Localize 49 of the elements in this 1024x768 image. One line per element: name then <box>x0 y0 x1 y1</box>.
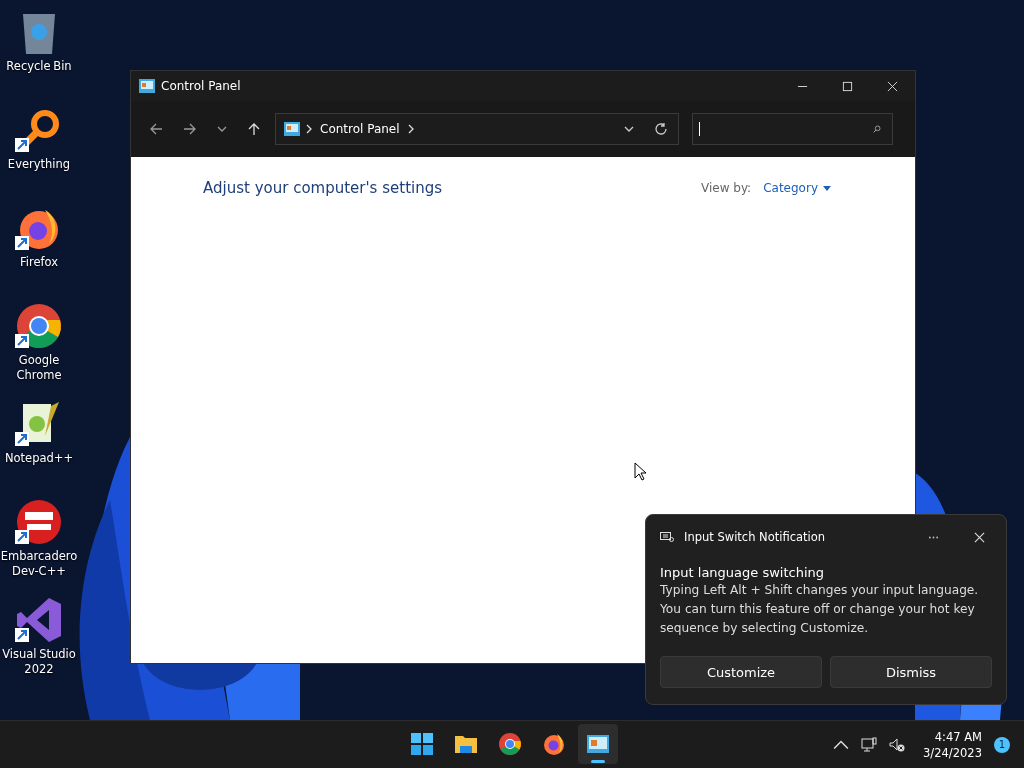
view-by-dropdown[interactable]: Category <box>763 181 831 195</box>
keyboard-icon <box>660 532 674 542</box>
desktop-icon-label: Everything <box>6 157 72 172</box>
chevron-down-icon[interactable] <box>217 125 227 133</box>
taskbar-app-button[interactable] <box>578 724 618 764</box>
dismiss-button[interactable]: Dismiss <box>830 656 992 688</box>
back-arrow-icon[interactable] <box>149 122 163 136</box>
control-panel-icon <box>586 732 610 756</box>
maximize-icon[interactable] <box>842 80 853 92</box>
customize-button[interactable]: Customize <box>660 656 822 688</box>
clock-date[interactable]: 3/24/2023 <box>923 744 982 761</box>
notification-message: Typing Left Alt + Shift changes your input language. You can turn this feature off or change your hot key sequence by selecting Customize. <box>660 582 980 637</box>
page-heading: Adjust your computer's settings <box>203 179 443 197</box>
notification-title: Input language switching <box>660 565 826 580</box>
search-icon <box>872 125 882 133</box>
desktop-icon-label: Visual Studio 2022 <box>1 647 77 677</box>
clock-time[interactable]: 4:47 AM <box>934 728 982 745</box>
chevron-right-icon <box>306 124 312 134</box>
firefox-icon <box>542 732 566 756</box>
mouse-cursor-icon <box>634 462 646 481</box>
chevron-down-icon[interactable] <box>624 125 634 133</box>
desktop-icon-label: Embarcadero Dev-C++ <box>0 549 78 579</box>
caret-icon <box>823 185 831 191</box>
control-panel-icon <box>139 79 155 93</box>
forward-arrow-icon[interactable] <box>183 122 197 136</box>
close-icon[interactable] <box>887 80 898 92</box>
desktop-icon-label: Google Chrome <box>15 353 63 383</box>
search-field[interactable] <box>692 113 893 145</box>
visual-studio-icon[interactable] <box>15 596 63 644</box>
desktop-icon-label: Firefox <box>18 255 60 270</box>
control-panel-icon <box>284 122 300 136</box>
network-icon[interactable] <box>861 736 878 753</box>
chrome-icon <box>498 732 522 756</box>
desktop-icon-label: Recycle Bin <box>5 59 73 74</box>
close-icon[interactable] <box>974 531 985 543</box>
breadcrumb-item[interactable]: Control Panel <box>320 122 400 136</box>
up-arrow-icon[interactable] <box>247 122 261 136</box>
dev-cpp-icon[interactable] <box>15 498 63 546</box>
windows-logo-icon <box>410 732 434 756</box>
refresh-icon[interactable] <box>654 122 668 136</box>
view-by-label: View by: <box>701 181 752 195</box>
muted-speaker-icon[interactable] <box>889 736 906 753</box>
window-title: Control Panel <box>161 79 241 93</box>
notification-count-badge[interactable]: 1 <box>994 736 1010 753</box>
desktop-icon-label: Notepad++ <box>3 451 75 466</box>
chrome-icon[interactable] <box>15 302 63 350</box>
chevron-right-icon[interactable] <box>407 124 414 134</box>
address-bar[interactable]: Control Panel <box>275 113 679 145</box>
notification-app-name: Input Switch Notification <box>684 530 826 544</box>
